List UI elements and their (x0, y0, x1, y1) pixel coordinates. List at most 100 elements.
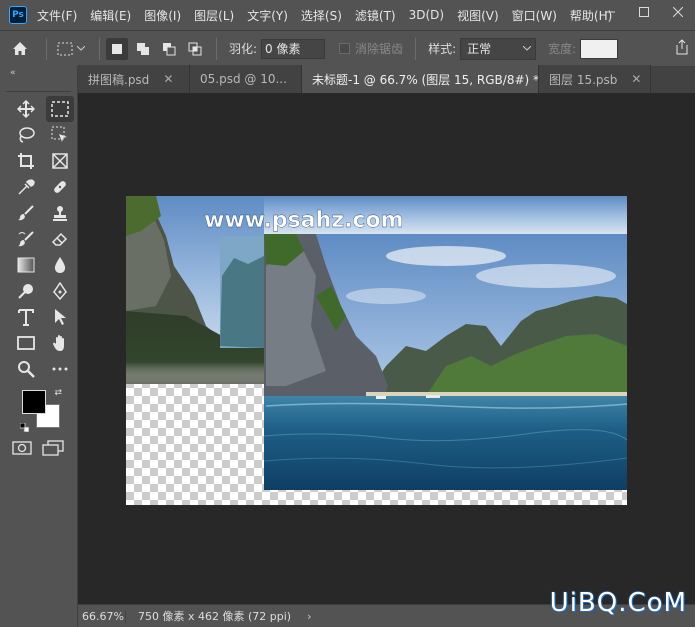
maximize-icon[interactable] (627, 0, 661, 24)
dodge-tool[interactable] (12, 278, 40, 304)
menu-filter[interactable]: 滤镜(T) (355, 7, 396, 24)
move-tool[interactable] (12, 96, 40, 122)
menu-window[interactable]: 窗口(W) (512, 7, 557, 24)
zoom-level[interactable]: 66.67% (78, 609, 126, 623)
menu-select[interactable]: 选择(S) (301, 7, 342, 24)
more-tools[interactable] (46, 356, 74, 382)
options-bar: 羽化: 0 像素 消除锯齿 样式: 正常 宽度: (0, 30, 695, 66)
object-selection-tool[interactable] (46, 122, 74, 148)
home-icon (13, 42, 27, 55)
width-label: 宽度: (548, 42, 577, 56)
close-icon[interactable]: ✕ (631, 72, 641, 86)
tab-label: 图层 15.psb (549, 72, 618, 87)
divider (216, 37, 217, 60)
menu-edit[interactable]: 编辑(E) (90, 7, 131, 24)
swap-colors-icon[interactable]: ⇄ (54, 388, 62, 398)
pen-tool[interactable] (46, 278, 74, 304)
feather-input[interactable]: 0 像素 (261, 38, 326, 59)
menu-type[interactable]: 文字(Y) (247, 7, 288, 24)
menu-file[interactable]: 文件(F) (37, 7, 77, 24)
new-selection-icon (112, 43, 122, 54)
collapse-icon[interactable]: « (0, 66, 77, 80)
add-to-selection-button[interactable] (132, 38, 154, 60)
zoom-tool[interactable] (12, 356, 40, 382)
new-selection-button[interactable] (106, 37, 128, 60)
document-canvas[interactable]: www.psahz.com (126, 196, 627, 505)
eraser-tool[interactable] (46, 226, 74, 252)
gradient-tool[interactable] (12, 252, 40, 278)
dodge-icon (18, 284, 33, 299)
brush-icon (18, 205, 34, 221)
toolbar-bottom (12, 440, 64, 456)
site-watermark: UiBQ.CoM (549, 588, 687, 618)
tab-label: 未标题-1 @ 66.7% (图层 15, RGB/8#) * (312, 72, 539, 87)
rect-marquee-tool[interactable] (46, 96, 74, 122)
tool-preset-picker[interactable] (53, 42, 93, 56)
close-icon[interactable]: ✕ (163, 72, 173, 86)
tab-document-active[interactable]: 未标题-1 @ 66.7% (图层 15, RGB/8#) * ✕ (302, 65, 539, 93)
object-selection-icon (51, 126, 67, 142)
lasso-tool[interactable] (12, 122, 40, 148)
subtract-selection-icon (163, 42, 176, 55)
close-icon[interactable] (661, 0, 695, 24)
width-input[interactable] (580, 38, 619, 59)
foreground-color[interactable] (22, 390, 46, 414)
subtract-selection-button[interactable] (158, 38, 180, 60)
menu-view[interactable]: 视图(V) (457, 7, 499, 24)
canvas-area[interactable]: www.psahz.com (78, 94, 695, 604)
share-icon[interactable] (675, 39, 689, 55)
photoshop-logo: Ps (9, 6, 27, 24)
history-brush-icon (18, 231, 34, 247)
menu-3d[interactable]: 3D(D) (409, 8, 444, 22)
arrow-cursor-icon (55, 309, 66, 325)
rect-marquee-icon (51, 101, 69, 117)
eyedropper-icon (18, 179, 35, 195)
type-tool[interactable] (12, 304, 40, 330)
lasso-icon (19, 127, 35, 143)
bandage-icon (54, 181, 66, 193)
tab-document[interactable]: 图层 15.psb ✕ (539, 65, 651, 93)
tab-label: 05.psd @ 10... (200, 72, 287, 86)
blur-tool[interactable] (46, 252, 74, 278)
path-selection-tool[interactable] (46, 304, 74, 330)
hand-tool[interactable] (46, 330, 74, 356)
chevron-down-icon (523, 45, 532, 51)
composite-image: www.psahz.com (126, 196, 627, 490)
intersect-selection-icon (188, 42, 202, 55)
rectangle-tool[interactable] (12, 330, 40, 356)
brush-tool[interactable] (12, 200, 40, 226)
tab-document[interactable]: 拼图稿.psd ✕ (78, 65, 190, 93)
tools-panel: « ⇄ (0, 66, 78, 627)
screen-mode-icon[interactable] (42, 440, 64, 456)
frame-tool[interactable] (46, 148, 74, 174)
panel-grip[interactable] (6, 80, 71, 92)
clone-stamp-tool[interactable] (46, 200, 74, 226)
default-colors-icon[interactable] (20, 423, 29, 432)
divider (99, 37, 100, 60)
quick-mask-icon[interactable] (12, 440, 32, 456)
document-info: 750 像素 x 462 像素 (72 ppi) (138, 610, 292, 623)
style-value: 正常 (467, 42, 492, 56)
healing-brush-tool[interactable] (46, 174, 74, 200)
move-icon (17, 100, 35, 118)
antialias-label: 消除锯齿 (355, 42, 404, 56)
antialias-checkbox[interactable] (339, 43, 351, 54)
minimize-icon[interactable] (593, 0, 627, 24)
menu-layer[interactable]: 图层(L) (194, 7, 234, 24)
tool-grid (12, 96, 74, 382)
pen-icon (53, 282, 67, 300)
rect-marquee-icon (57, 42, 73, 55)
history-brush-tool[interactable] (12, 226, 40, 252)
tab-document[interactable]: 05.psd @ 10... ✕ (190, 65, 302, 93)
eyedropper-tool[interactable] (12, 174, 40, 200)
feather-label: 羽化: (229, 42, 258, 56)
menu-image[interactable]: 图像(I) (144, 7, 181, 24)
intersect-selection-button[interactable] (184, 38, 206, 60)
status-menu-arrow[interactable]: › (307, 610, 311, 623)
tab-label: 拼图稿.psd (88, 72, 150, 87)
overlay-text: www.psahz.com (204, 208, 404, 233)
crop-tool[interactable] (12, 148, 40, 174)
style-label: 样式: (428, 42, 457, 56)
home-button[interactable] (0, 31, 40, 67)
style-select[interactable]: 正常 (460, 37, 537, 60)
